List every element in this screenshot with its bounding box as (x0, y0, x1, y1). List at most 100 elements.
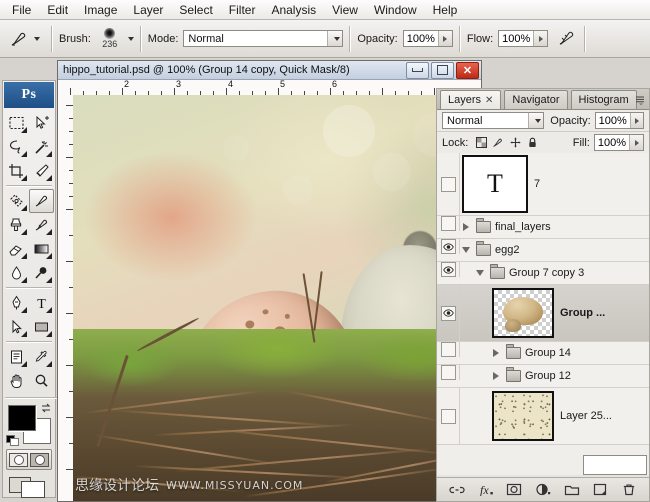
history-brush-tool-icon[interactable] (29, 213, 54, 237)
layer-mask-button[interactable] (505, 482, 523, 498)
restore-button[interactable] (431, 61, 454, 79)
path-selection-tool-icon[interactable] (4, 315, 29, 339)
menu-view[interactable]: View (324, 1, 366, 19)
move-tool-icon[interactable] (29, 111, 54, 135)
chevron-down-icon[interactable] (327, 31, 343, 46)
lock-all-icon[interactable] (526, 137, 538, 149)
type-tool-icon[interactable]: T (29, 291, 54, 315)
zoom-tool-icon[interactable] (29, 369, 54, 393)
opacity-input[interactable]: 100% (402, 30, 453, 47)
adjustment-layer-button[interactable] (534, 482, 552, 498)
layer-style-button[interactable]: fx (477, 482, 495, 498)
magic-wand-tool-icon[interactable] (29, 135, 54, 159)
layer-blend-mode-select[interactable]: Normal (442, 112, 545, 129)
default-colors-icon[interactable] (6, 435, 19, 446)
layer-row-group-7-copy-3[interactable]: Group 7 copy 3 (437, 262, 649, 285)
disclosure-triangle-collapsed[interactable] (460, 223, 472, 231)
panel-menu-icon[interactable] (634, 93, 646, 105)
visibility-toggle[interactable] (437, 285, 460, 341)
document-title-bar[interactable]: hippo_tutorial.psd @ 100% (Group 14 copy… (58, 61, 481, 80)
brush-preview[interactable]: 236 (96, 24, 124, 54)
brush-chevron-down-icon[interactable] (127, 36, 134, 41)
rectangle-shape-tool-icon[interactable] (29, 315, 54, 339)
layer-thumbnail[interactable] (492, 391, 554, 441)
eyedropper-tool-icon[interactable] (29, 345, 54, 369)
close-icon[interactable]: ✕ (485, 95, 493, 106)
visibility-toggle[interactable] (437, 216, 460, 231)
lock-transparent-pixels-icon[interactable] (475, 137, 487, 149)
tab-histogram[interactable]: Histogram (570, 90, 637, 109)
menu-window[interactable]: Window (366, 1, 425, 19)
brush-tool-icon[interactable] (29, 189, 54, 213)
crop-tool-icon[interactable] (4, 159, 29, 183)
layer-opacity-input[interactable]: 100% (594, 112, 644, 129)
menu-analysis[interactable]: Analysis (263, 1, 324, 19)
airbrush-icon[interactable] (556, 29, 576, 49)
blur-tool-icon[interactable] (4, 261, 29, 285)
gradient-tool-icon[interactable] (29, 237, 54, 261)
patch-tool-icon[interactable] (4, 189, 29, 213)
delete-layer-button[interactable] (620, 482, 638, 498)
layer-list[interactable]: T 7 final_layers egg2 Group 7 copy 3 Gro… (437, 153, 649, 475)
tab-layers[interactable]: Layers ✕ (440, 90, 502, 109)
menu-edit[interactable]: Edit (39, 1, 76, 19)
standard-mode-icon[interactable] (9, 452, 28, 467)
minimize-button[interactable] (406, 61, 429, 79)
pen-tool-icon[interactable] (4, 291, 29, 315)
screen-mode-button[interactable] (9, 475, 49, 498)
disclosure-triangle-expanded[interactable] (460, 247, 472, 253)
menu-filter[interactable]: Filter (221, 1, 264, 19)
layer-row-group-selected[interactable]: Group ... (437, 285, 649, 342)
lock-image-pixels-icon[interactable] (492, 137, 504, 149)
quick-mask-mode-icon[interactable] (30, 452, 49, 467)
lasso-tool-icon[interactable] (4, 135, 29, 159)
fill-stepper-icon[interactable] (629, 135, 643, 150)
layer-name-edit-field[interactable] (583, 455, 647, 475)
lock-position-icon[interactable] (509, 137, 521, 149)
menu-image[interactable]: Image (76, 1, 125, 19)
layer-thumbnail[interactable] (492, 288, 554, 338)
layer-row-final-layers[interactable]: final_layers (437, 216, 649, 239)
quick-mask-mode-toggle[interactable] (6, 449, 52, 470)
dodge-tool-icon[interactable] (29, 261, 54, 285)
menu-layer[interactable]: Layer (125, 1, 171, 19)
disclosure-triangle-collapsed[interactable] (490, 349, 502, 357)
canvas-area[interactable]: 思缘设计论坛 WWW.MISSYUAN.COM (73, 95, 481, 501)
layer-row-layer-25[interactable]: Layer 25... (437, 388, 649, 445)
layer-thumbnail[interactable]: T (462, 155, 528, 213)
disclosure-triangle-expanded[interactable] (474, 270, 486, 276)
layer-row-group-14[interactable]: Group 14 (437, 342, 649, 365)
visibility-toggle[interactable] (437, 342, 460, 357)
layer-row-group-12[interactable]: Group 12 (437, 365, 649, 388)
menu-file[interactable]: File (4, 1, 39, 19)
tab-navigator[interactable]: Navigator (504, 90, 568, 109)
swap-colors-icon[interactable] (40, 402, 52, 414)
foreground-color-swatch[interactable] (8, 405, 36, 431)
opacity-stepper-icon[interactable] (437, 31, 452, 46)
notes-tool-icon[interactable] (4, 345, 29, 369)
fill-input[interactable]: 100% (593, 134, 644, 151)
visibility-toggle[interactable] (437, 365, 460, 380)
chevron-down-icon[interactable] (528, 113, 544, 128)
tool-preset-chevron-down-icon[interactable] (34, 36, 40, 41)
hand-tool-icon[interactable] (4, 369, 29, 393)
layer-row-egg2[interactable]: egg2 (437, 239, 649, 262)
layer-row-text-7[interactable]: T 7 (437, 153, 649, 216)
menu-select[interactable]: Select (171, 1, 220, 19)
blend-mode-select[interactable]: Normal (183, 30, 344, 47)
visibility-toggle[interactable] (437, 262, 460, 277)
menu-help[interactable]: Help (425, 1, 466, 19)
color-swatches[interactable] (6, 402, 52, 446)
visibility-toggle[interactable] (437, 153, 460, 215)
close-button[interactable]: ✕ (456, 61, 479, 79)
horizontal-ruler[interactable]: 2 3 4 5 6 (58, 80, 481, 96)
visibility-toggle[interactable] (437, 239, 460, 254)
link-layers-button[interactable] (448, 482, 466, 498)
current-tool-preset[interactable] (0, 28, 45, 50)
slice-tool-icon[interactable] (29, 159, 54, 183)
rectangular-marquee-tool-icon[interactable] (4, 111, 29, 135)
flow-input[interactable]: 100% (498, 30, 549, 47)
eraser-tool-icon[interactable] (4, 237, 29, 261)
new-layer-button[interactable] (591, 482, 609, 498)
layer-opacity-stepper-icon[interactable] (629, 113, 643, 128)
